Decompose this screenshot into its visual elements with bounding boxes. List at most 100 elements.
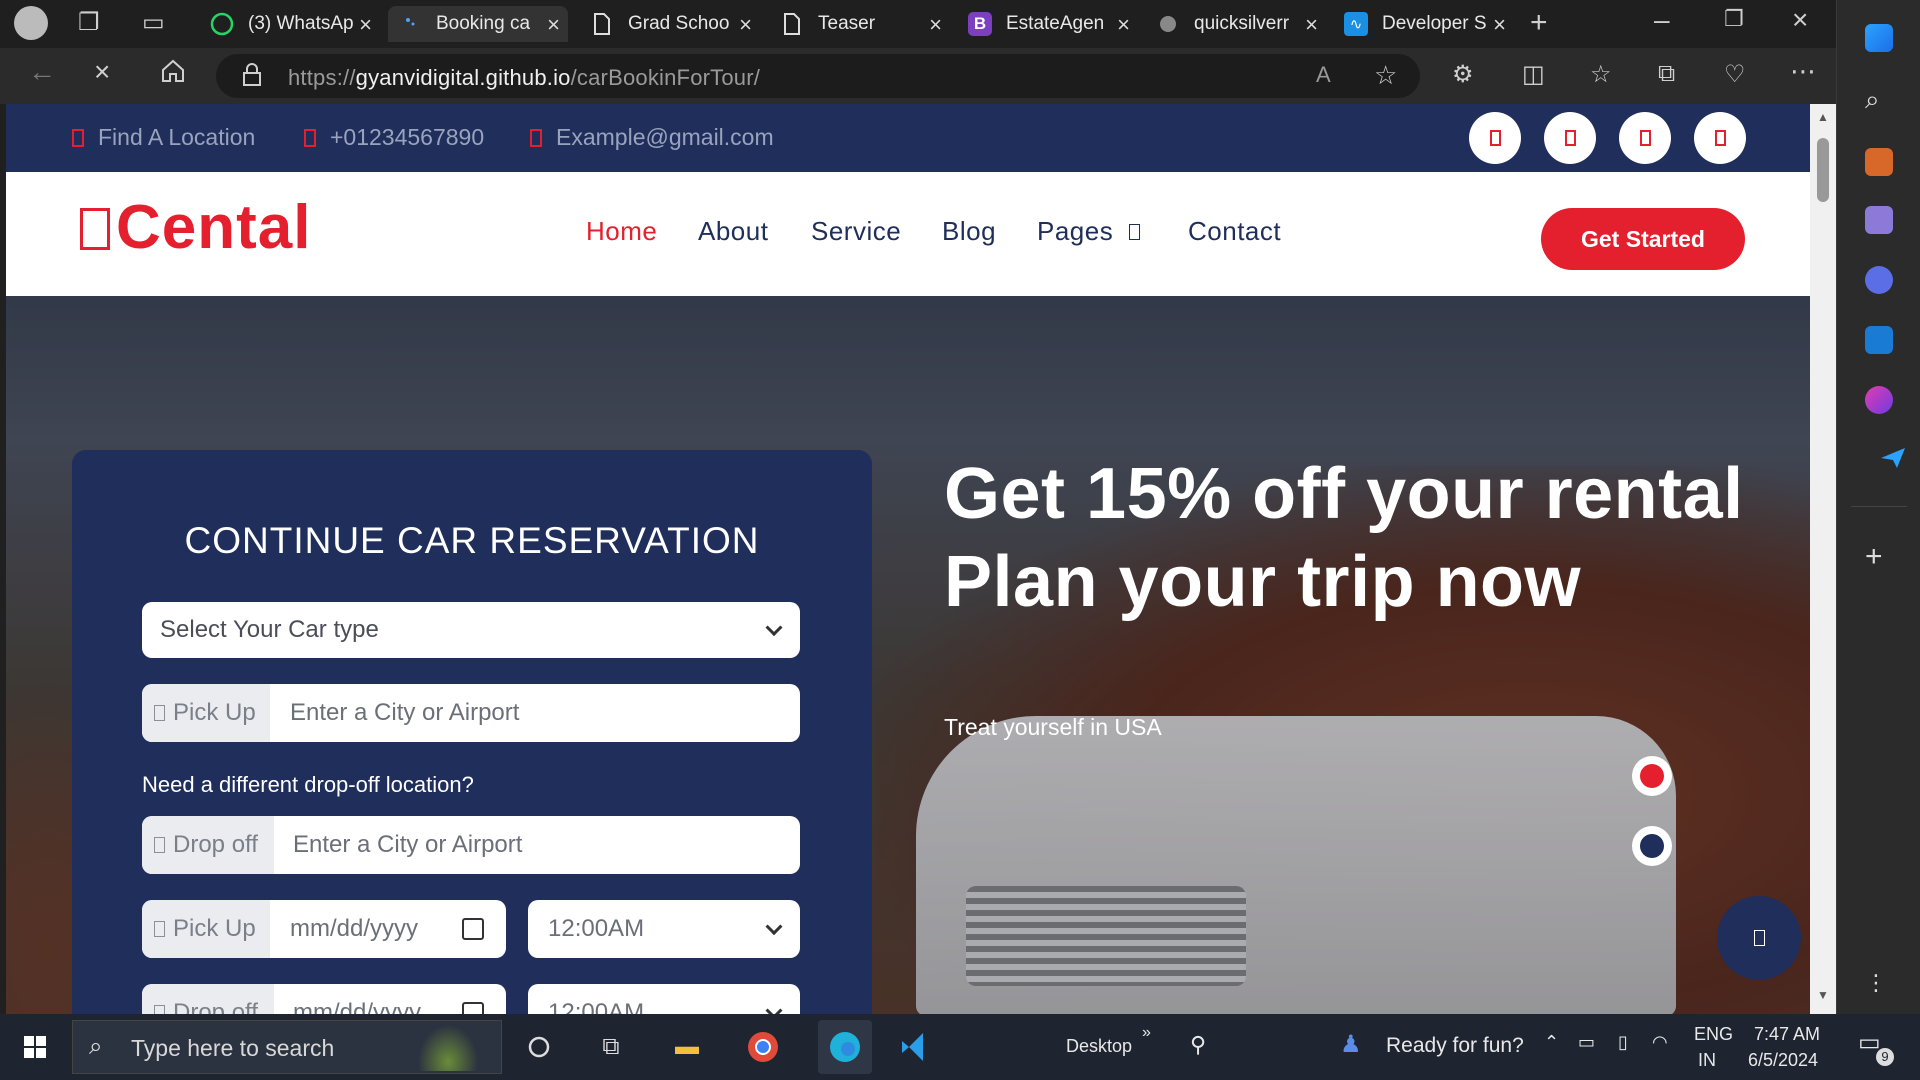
close-icon[interactable]: × bbox=[359, 12, 372, 38]
tab-grad-school[interactable]: Grad Schoo × bbox=[580, 6, 760, 42]
close-window-icon[interactable]: × bbox=[1792, 4, 1808, 36]
email-link[interactable]: Example@gmail.com bbox=[530, 124, 774, 151]
developer-icon: ∿ bbox=[1344, 12, 1368, 36]
wifi-icon[interactable]: ◠ bbox=[1652, 1032, 1668, 1053]
scrollbar-thumb[interactable] bbox=[1817, 138, 1829, 202]
social-instagram-button[interactable] bbox=[1619, 112, 1671, 164]
add-icon[interactable]: + bbox=[1865, 540, 1893, 573]
dropoff-date-input[interactable]: mm/dd/yyyy bbox=[293, 984, 421, 1014]
social-twitter-button[interactable] bbox=[1544, 112, 1596, 164]
m365-icon[interactable] bbox=[1865, 266, 1893, 294]
new-tab-icon[interactable]: + bbox=[1530, 6, 1548, 40]
tab-booking[interactable]: Booking ca × bbox=[388, 6, 568, 42]
location-link[interactable]: Find A Location bbox=[72, 124, 255, 151]
tab-actions-icon[interactable]: ▭ bbox=[142, 8, 165, 37]
phone-link[interactable]: +01234567890 bbox=[304, 124, 484, 151]
close-icon[interactable]: × bbox=[1117, 12, 1130, 38]
close-icon[interactable]: × bbox=[929, 12, 942, 38]
pickup-location-input[interactable]: Enter a City or Airport bbox=[290, 684, 519, 742]
close-icon[interactable]: × bbox=[739, 12, 752, 38]
home-icon[interactable] bbox=[160, 58, 186, 91]
language-indicator[interactable]: ENG bbox=[1694, 1024, 1733, 1045]
carousel-indicator[interactable] bbox=[1632, 826, 1672, 866]
back-to-top-button[interactable] bbox=[1717, 896, 1801, 980]
tab-estate-agent[interactable]: B EstateAgen × bbox=[958, 6, 1138, 42]
vscode-icon[interactable] bbox=[894, 1026, 936, 1068]
car-type-select[interactable]: Select Your Car type bbox=[142, 602, 800, 658]
lock-icon[interactable] bbox=[242, 63, 262, 94]
clock-date[interactable]: 6/5/2024 bbox=[1748, 1050, 1818, 1071]
reservation-form-card: CONTINUE CAR RESERVATION Select Your Car… bbox=[72, 450, 872, 1014]
collections-icon[interactable]: ⧉ bbox=[1658, 60, 1675, 88]
chrome-icon[interactable] bbox=[742, 1026, 784, 1068]
battery-icon[interactable]: ▭ bbox=[1578, 1032, 1595, 1053]
sidebar-settings-icon[interactable]: ⋮ bbox=[1865, 970, 1893, 998]
get-started-button[interactable]: Get Started bbox=[1541, 208, 1745, 270]
task-view-icon[interactable]: ⧉ bbox=[590, 1026, 632, 1068]
search-icon[interactable]: ⌕ bbox=[1865, 84, 1893, 114]
hero-headline: Get 15% off your rental Plan your trip n… bbox=[944, 454, 1744, 622]
nav-about[interactable]: About bbox=[698, 216, 768, 247]
health-icon[interactable]: ♡ bbox=[1724, 60, 1746, 89]
extensions-icon[interactable]: ⚙ bbox=[1452, 60, 1474, 89]
outlook-icon[interactable] bbox=[1865, 326, 1893, 354]
clock-time[interactable]: 7:47 AM bbox=[1754, 1024, 1820, 1045]
region-indicator[interactable]: IN bbox=[1698, 1050, 1716, 1071]
page-scrollbar[interactable]: ▲ ▼ bbox=[1810, 104, 1836, 1014]
tools-icon[interactable] bbox=[1865, 148, 1893, 176]
designer-icon[interactable] bbox=[1865, 386, 1893, 414]
scroll-up-icon[interactable]: ▲ bbox=[1817, 110, 1829, 124]
tab-whatsapp[interactable]: (3) WhatsAp × bbox=[200, 6, 380, 42]
scroll-down-icon[interactable]: ▼ bbox=[1817, 988, 1829, 1002]
games-icon[interactable] bbox=[1865, 206, 1893, 234]
more-menu-icon[interactable]: ⋯ bbox=[1790, 56, 1816, 87]
url-prefix: https:// bbox=[288, 65, 356, 90]
favorites-icon[interactable]: ☆ bbox=[1590, 60, 1612, 89]
stop-loading-icon[interactable]: × bbox=[94, 56, 110, 88]
carousel-indicator-active[interactable] bbox=[1632, 756, 1672, 796]
profile-avatar[interactable] bbox=[14, 6, 48, 40]
close-icon[interactable]: × bbox=[1305, 12, 1318, 38]
restore-icon[interactable]: ❐ bbox=[1724, 6, 1744, 32]
windows-start-icon[interactable] bbox=[14, 1026, 56, 1068]
promo-text[interactable]: Ready for fun? bbox=[1386, 1034, 1524, 1058]
nav-home[interactable]: Home bbox=[586, 216, 657, 247]
chevron-down-icon bbox=[1129, 223, 1141, 240]
copilot-icon[interactable] bbox=[1865, 24, 1893, 52]
read-aloud-icon[interactable]: A bbox=[1316, 62, 1331, 88]
dropoff-time-select[interactable]: 12:00AM bbox=[528, 984, 800, 1014]
tab-teaser[interactable]: Teaser × bbox=[770, 6, 950, 42]
close-icon[interactable]: × bbox=[547, 12, 560, 38]
taskbar-search-box[interactable]: ⌕ Type here to search bbox=[72, 1020, 502, 1074]
nav-pages-dropdown[interactable]: Pages bbox=[1037, 216, 1141, 247]
nav-service[interactable]: Service bbox=[811, 216, 901, 247]
split-screen-icon[interactable]: ◫ bbox=[1522, 60, 1545, 89]
social-facebook-button[interactable] bbox=[1469, 112, 1521, 164]
calendar-picker-icon[interactable] bbox=[462, 918, 484, 940]
display-icon[interactable]: ▯ bbox=[1618, 1032, 1628, 1053]
pickup-time-select[interactable]: 12:00AM bbox=[528, 900, 800, 958]
close-icon[interactable]: × bbox=[1493, 12, 1506, 38]
toolbar-overflow-icon[interactable]: » bbox=[1142, 1024, 1151, 1042]
people-icon[interactable]: ⚲ bbox=[1190, 1032, 1206, 1058]
nav-contact[interactable]: Contact bbox=[1188, 216, 1281, 247]
minimize-icon[interactable]: – bbox=[1654, 4, 1670, 36]
pickup-date-input[interactable]: mm/dd/yyyy bbox=[290, 900, 418, 958]
tab-developer[interactable]: ∿ Developer S × bbox=[1334, 6, 1514, 42]
brand-logo[interactable]: Cental bbox=[116, 192, 311, 263]
edge-icon[interactable] bbox=[818, 1020, 872, 1074]
desktop-toolbar-label[interactable]: Desktop bbox=[1066, 1036, 1132, 1057]
file-explorer-icon[interactable]: ▬ bbox=[666, 1026, 708, 1068]
tab-quicksilver[interactable]: quicksilverr × bbox=[1146, 6, 1326, 42]
social-linkedin-button[interactable] bbox=[1694, 112, 1746, 164]
dropoff-location-input[interactable]: Enter a City or Airport bbox=[293, 816, 522, 874]
back-icon[interactable]: ← bbox=[28, 56, 56, 88]
send-icon[interactable] bbox=[1865, 446, 1905, 474]
favorite-star-icon[interactable]: ☆ bbox=[1374, 60, 1397, 91]
calendar-picker-icon[interactable] bbox=[462, 1002, 484, 1014]
workspaces-icon[interactable]: ❐ bbox=[78, 8, 100, 37]
chevron-up-icon[interactable]: ⌃ bbox=[1544, 1032, 1559, 1053]
nav-blog[interactable]: Blog bbox=[942, 216, 996, 247]
url-input[interactable]: https://gyanvidigital.github.io/carBooki… bbox=[216, 54, 1420, 98]
cortana-icon[interactable] bbox=[518, 1026, 560, 1068]
